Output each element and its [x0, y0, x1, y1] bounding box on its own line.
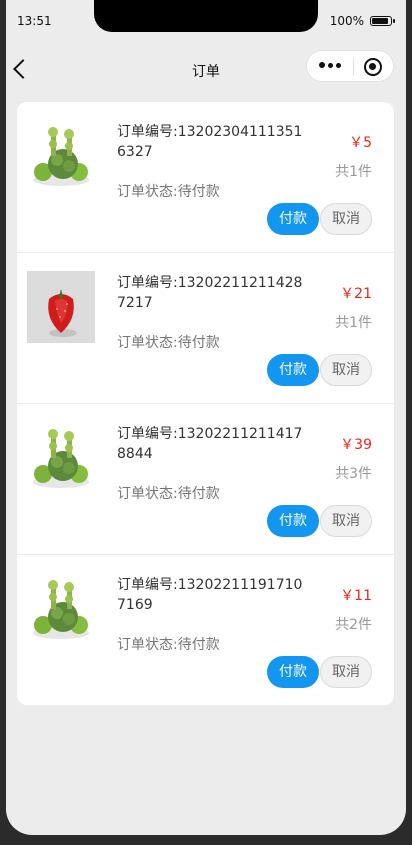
vegetable-bundle-image — [27, 573, 95, 645]
cancel-button[interactable]: 取消 — [320, 354, 372, 386]
pay-button[interactable]: 付款 — [267, 203, 319, 235]
order-status: 订单状态:待付款 — [117, 637, 220, 653]
order-item[interactable]: 订单编号:132023041113516327 订单状态:待付款 ￥5 共1件 … — [17, 102, 394, 253]
close-target-icon[interactable] — [364, 58, 382, 76]
status-time: 13:51 — [17, 14, 52, 28]
cancel-button[interactable]: 取消 — [320, 656, 372, 688]
order-item-count: 共2件 — [335, 617, 372, 633]
order-price: ￥11 — [340, 588, 372, 604]
order-status: 订单状态:待付款 — [117, 486, 220, 502]
pay-button[interactable]: 付款 — [267, 354, 319, 386]
status-battery: 100% — [329, 14, 395, 28]
navigation-bar: 订单 — [6, 44, 406, 94]
pay-button[interactable]: 付款 — [267, 656, 319, 688]
battery-percent: 100% — [329, 14, 364, 28]
order-price: ￥39 — [340, 437, 372, 453]
order-price: ￥21 — [340, 286, 372, 302]
order-status: 订单状态:待付款 — [117, 335, 220, 351]
order-item[interactable]: 订单编号:132022111917107169 订单状态:待付款 ￥11 共2件… — [17, 555, 394, 705]
battery-icon — [370, 16, 395, 26]
phone-screen: 13:51 100% 订单 订单编号:132023041113516327 订单… — [6, 0, 406, 835]
mini-program-capsule — [306, 50, 394, 82]
order-list: 订单编号:132023041113516327 订单状态:待付款 ￥5 共1件 … — [17, 102, 394, 705]
camera-notch — [94, 0, 318, 32]
pay-button[interactable]: 付款 — [267, 505, 319, 537]
cancel-button[interactable]: 取消 — [320, 203, 372, 235]
order-status: 订单状态:待付款 — [117, 184, 220, 200]
vegetable-bundle-image — [27, 120, 95, 192]
order-item[interactable]: 订单编号:132022112114287217 订单状态:待付款 ￥21 共1件… — [17, 253, 394, 404]
order-number: 订单编号:132023041113516327 — [117, 124, 303, 160]
vegetable-bundle-image — [27, 422, 95, 494]
order-number: 订单编号:132022112114287217 — [117, 275, 303, 311]
order-item-count: 共1件 — [335, 315, 372, 331]
order-price: ￥5 — [349, 135, 372, 151]
order-item-count: 共1件 — [335, 164, 372, 180]
order-number: 订单编号:132022112114178844 — [117, 426, 303, 462]
order-number: 订单编号:132022111917107169 — [117, 577, 303, 613]
order-item-count: 共3件 — [335, 466, 372, 482]
cancel-button[interactable]: 取消 — [320, 505, 372, 537]
order-item[interactable]: 订单编号:132022112114178844 订单状态:待付款 ￥39 共3件… — [17, 404, 394, 555]
strawberry-image — [27, 271, 95, 343]
more-dots-icon[interactable] — [319, 62, 343, 70]
capsule-divider — [353, 58, 354, 76]
